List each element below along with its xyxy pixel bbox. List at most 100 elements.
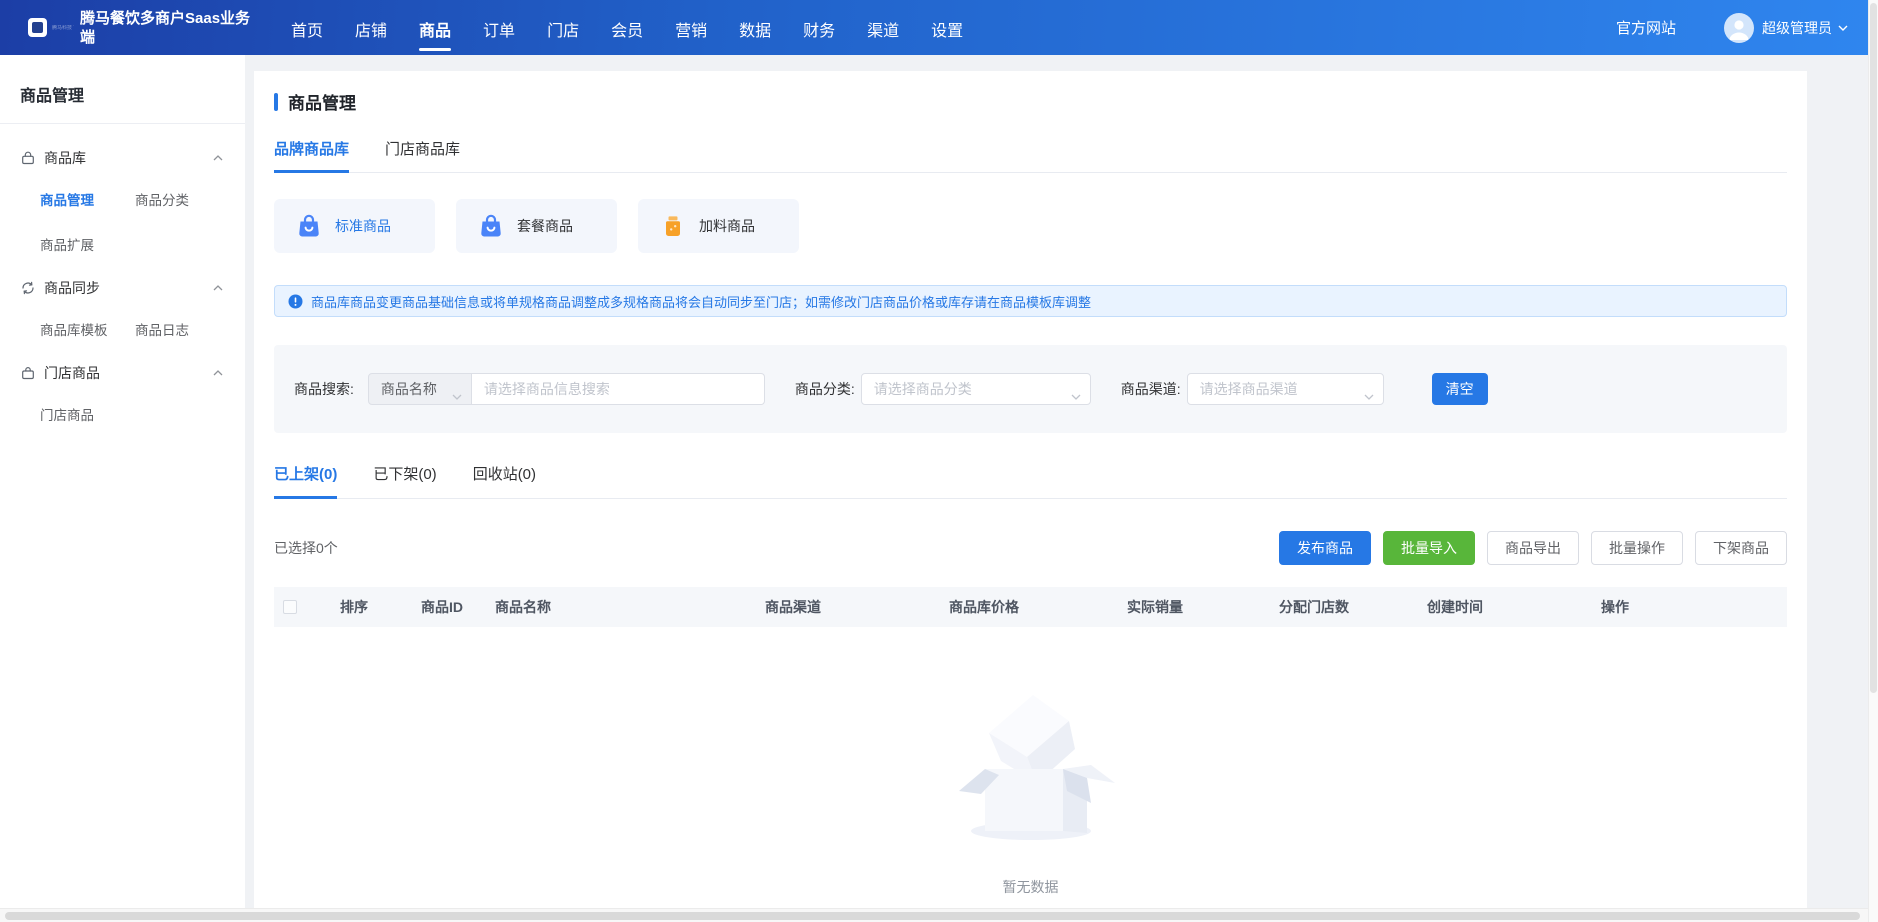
tab-on-shelf[interactable]: 已上架(0) [274, 463, 337, 499]
tab-store-library[interactable]: 门店商品库 [385, 138, 460, 173]
selected-count-text: 已选择0个 [274, 538, 338, 558]
sidebar-item-product-log[interactable]: 商品日志 [135, 319, 245, 339]
clear-button[interactable]: 清空 [1432, 373, 1488, 405]
page-title: 商品管理 [274, 89, 1787, 114]
main-content-card: 商品管理 品牌商品库 门店商品库 标准商品 [254, 71, 1807, 922]
type-button-label: 加料商品 [699, 216, 755, 236]
info-banner: 商品库商品变更商品基础信息或将单规格商品调整成多规格商品将会自动同步至门店；如需… [274, 285, 1787, 317]
sidebar-item-product-extend[interactable]: 商品扩展 [40, 234, 135, 254]
standard-product-button[interactable]: 标准商品 [274, 199, 435, 253]
horizontal-scrollbar-thumb[interactable] [5, 912, 1860, 920]
nav-item-marketing[interactable]: 营销 [675, 1, 707, 55]
horizontal-scrollbar[interactable] [0, 908, 1878, 922]
chevron-down-icon[interactable] [1838, 25, 1848, 31]
batch-operate-button[interactable]: 批量操作 [1591, 531, 1683, 565]
tab-brand-library[interactable]: 品牌商品库 [274, 138, 349, 173]
avatar-person-icon [1724, 13, 1754, 43]
brand: 腾马科技 TENGMA 腾马餐饮多商户Saas业务端 [28, 9, 258, 47]
tab-recycle-bin[interactable]: 回收站(0) [473, 463, 536, 499]
channel-select[interactable]: 请选择商品渠道 [1187, 373, 1384, 405]
sidebar-title: 商品管理 [0, 55, 245, 124]
category-label: 商品分类: [795, 379, 855, 399]
logo-subtext: 腾马科技 TENGMA [52, 25, 74, 31]
export-product-button[interactable]: 商品导出 [1487, 531, 1579, 565]
publish-product-button[interactable]: 发布商品 [1279, 531, 1371, 565]
select-all-checkbox[interactable] [283, 600, 297, 614]
channel-placeholder: 请选择商品渠道 [1200, 379, 1298, 399]
combo-product-button[interactable]: 套餐商品 [456, 199, 617, 253]
official-site-link[interactable]: 官方网站 [1616, 17, 1676, 38]
header-checkbox-cell [274, 600, 340, 614]
search-field-value: 商品名称 [381, 379, 437, 399]
sidebar-group-product-sync[interactable]: 商品同步 [20, 278, 223, 298]
nav-item-home[interactable]: 首页 [291, 1, 323, 55]
nav-item-finance[interactable]: 财务 [803, 1, 835, 55]
tab-off-shelf[interactable]: 已下架(0) [373, 463, 436, 499]
column-header-product-id: 商品ID [421, 597, 495, 617]
column-header-product-name: 商品名称 [495, 597, 765, 617]
table-header: 排序 商品ID 商品名称 商品渠道 商品库价格 实际销量 分配门店数 创建时间 … [274, 587, 1787, 627]
sidebar-item-product-manage[interactable]: 商品管理 [40, 189, 135, 209]
search-label: 商品搜索: [294, 379, 354, 399]
type-button-label: 套餐商品 [517, 216, 573, 236]
empty-box-illustration [936, 683, 1126, 843]
sidebar-item-store-product[interactable]: 门店商品 [40, 404, 135, 424]
column-header-stores: 分配门店数 [1279, 597, 1427, 617]
sidebar-sublist: 商品管理 商品分类 商品扩展 [40, 189, 245, 254]
vertical-scrollbar-thumb[interactable] [1870, 3, 1877, 693]
column-header-created-time: 创建时间 [1427, 597, 1601, 617]
sidebar: 商品管理 商品库 商品管理 商品分类 商品扩展 商品同步 [0, 55, 245, 922]
nav-item-settings[interactable]: 设置 [931, 1, 963, 55]
empty-state: 暂无数据 [274, 683, 1787, 897]
nav-item-order[interactable]: 订单 [483, 1, 515, 55]
user-name[interactable]: 超级管理员 [1762, 18, 1832, 38]
topping-product-button[interactable]: 加料商品 [638, 199, 799, 253]
chevron-down-icon [452, 387, 462, 403]
sidebar-group-product-library[interactable]: 商品库 [20, 148, 223, 168]
store-bag-icon [20, 365, 36, 381]
empty-text: 暂无数据 [1003, 877, 1059, 897]
channel-label: 商品渠道: [1121, 379, 1181, 399]
page-title-text: 商品管理 [288, 89, 356, 114]
column-header-price: 商品库价格 [949, 597, 1127, 617]
category-select[interactable]: 请选择商品分类 [861, 373, 1091, 405]
sidebar-item-product-category[interactable]: 商品分类 [135, 189, 245, 209]
sidebar-item-library-template[interactable]: 商品库模板 [40, 319, 135, 339]
category-placeholder: 请选择商品分类 [874, 379, 972, 399]
chevron-up-icon[interactable] [213, 370, 223, 376]
chevron-up-icon[interactable] [213, 155, 223, 161]
off-shelf-button[interactable]: 下架商品 [1695, 531, 1787, 565]
sidebar-group-label: 商品同步 [44, 278, 100, 298]
navbar-right: 官方网站 超级管理员 [1616, 13, 1848, 43]
sync-icon [20, 280, 36, 296]
main-nav: 首页 店铺 商品 订单 门店 会员 营销 数据 财务 渠道 设置 [291, 1, 963, 55]
status-tabs: 已上架(0) 已下架(0) 回收站(0) [274, 463, 1787, 499]
nav-item-store[interactable]: 门店 [547, 1, 579, 55]
orange-jar-icon [660, 213, 686, 239]
sidebar-group-label: 商品库 [44, 148, 86, 168]
nav-item-shop[interactable]: 店铺 [355, 1, 387, 55]
nav-item-member[interactable]: 会员 [611, 1, 643, 55]
blue-bag-icon [296, 213, 322, 239]
app-logo-icon [28, 18, 47, 37]
info-banner-text: 商品库商品变更商品基础信息或将单规格商品调整成多规格商品将会自动同步至门店；如需… [311, 292, 1091, 311]
info-icon [288, 294, 303, 309]
search-field-select[interactable]: 商品名称 [368, 373, 472, 405]
chevron-down-icon [1071, 387, 1081, 403]
search-panel: 商品搜索: 商品名称 商品分类: 请选择商品分类 商品渠道: 请选择商品渠道 清… [274, 345, 1787, 433]
vertical-scrollbar[interactable] [1868, 0, 1878, 922]
nav-item-data[interactable]: 数据 [739, 1, 771, 55]
sidebar-group-store-product[interactable]: 门店商品 [20, 363, 223, 383]
nav-item-product[interactable]: 商品 [419, 1, 451, 55]
sidebar-sublist: 商品库模板 商品日志 [40, 319, 245, 339]
batch-import-button[interactable]: 批量导入 [1383, 531, 1475, 565]
user-avatar[interactable] [1724, 13, 1754, 43]
app-title: 腾马餐饮多商户Saas业务端 [80, 9, 258, 47]
title-accent-bar [274, 93, 278, 111]
search-input[interactable] [472, 373, 765, 405]
action-row: 已选择0个 发布商品 批量导入 商品导出 批量操作 下架商品 [274, 531, 1787, 565]
library-tabs: 品牌商品库 门店商品库 [274, 138, 1787, 173]
chevron-up-icon[interactable] [213, 285, 223, 291]
nav-item-channel[interactable]: 渠道 [867, 1, 899, 55]
bag-icon [20, 150, 36, 166]
